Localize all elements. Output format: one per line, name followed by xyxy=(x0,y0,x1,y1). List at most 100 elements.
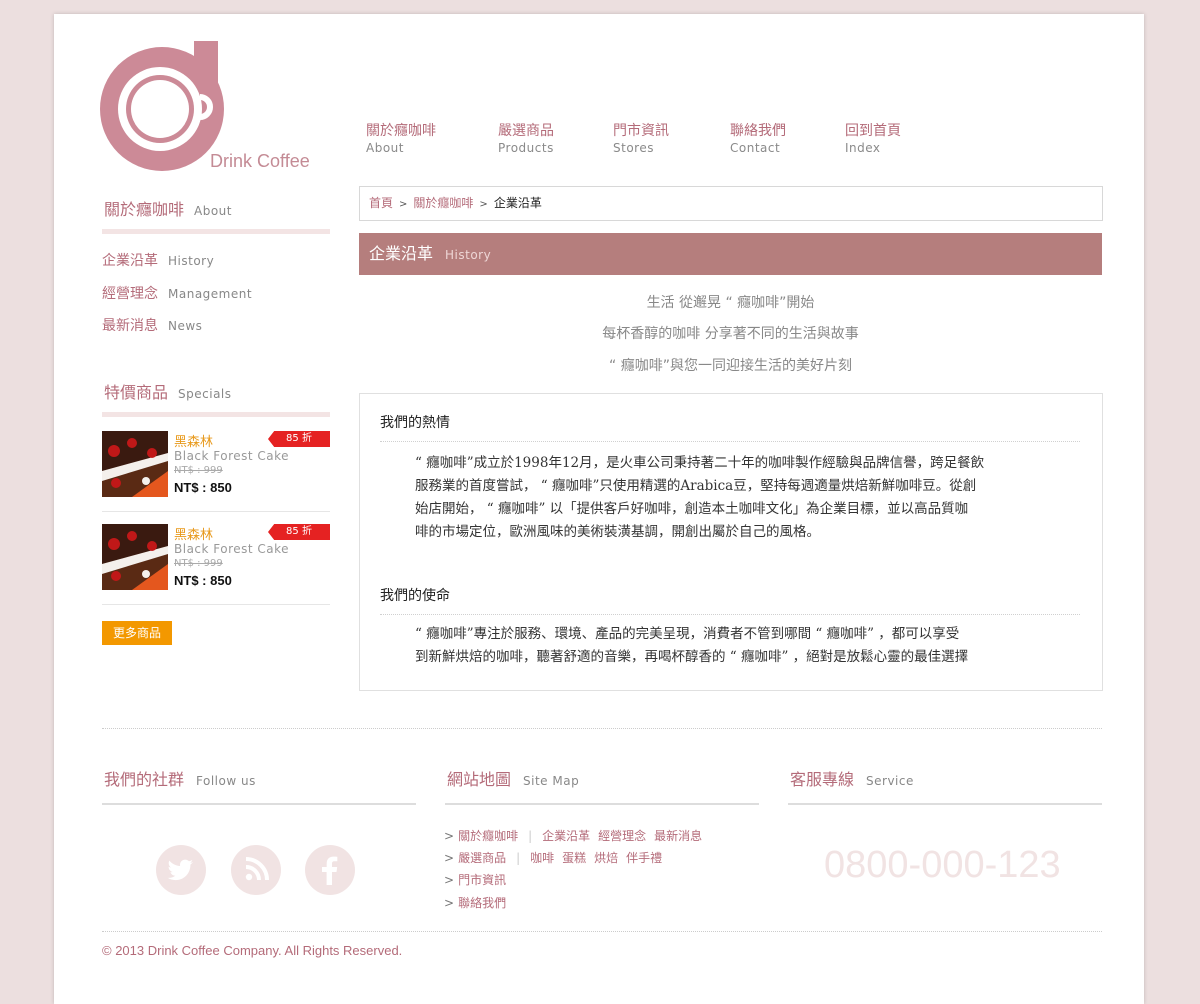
sidebar-item-history-zh: 企業沿革 xyxy=(102,253,158,269)
nav-contact[interactable]: 聯絡我們 Contact xyxy=(730,122,830,156)
page-container: Drink Coffee 關於癮咖啡 About 嚴選商品 Products 門… xyxy=(54,14,1144,1004)
sidebar-item-history-en: History xyxy=(168,254,215,268)
footer-rule xyxy=(445,803,759,805)
section-subtitle: History xyxy=(445,248,492,262)
sidebar-specials-heading-zh: 特價商品 xyxy=(104,383,169,402)
sidebar-item-news-en: News xyxy=(168,319,203,333)
nav-index[interactable]: 回到首頁 Index xyxy=(845,122,945,156)
passion-text-line: 服務業的首度嘗試， “ 癮咖啡”只使用精選的Arabica豆，堅持每週適量烘焙新… xyxy=(415,478,977,494)
sitemap-row: > 嚴選商品 | 咖啡 蛋糕 烘焙 伴手禮 xyxy=(444,849,662,866)
breadcrumb-separator: > xyxy=(399,199,408,210)
product-name-en: Black Forest Cake xyxy=(174,542,290,556)
passion-text-line: “ 癮咖啡”成立於1998年12月，是火車公司秉持著二十年的咖啡製作經驗與品牌信… xyxy=(415,455,985,471)
product-name[interactable]: 黑森林 xyxy=(174,431,213,450)
product-price: NT$ : 850 xyxy=(174,573,232,588)
sidebar-divider xyxy=(102,229,330,234)
sitemap-link-contact[interactable]: 聯絡我們 xyxy=(458,896,506,910)
sidebar-item-management-zh: 經營理念 xyxy=(102,286,158,302)
sidebar-about-heading-en: About xyxy=(194,204,232,218)
sitemap-link-coffee[interactable]: 咖啡 xyxy=(530,851,554,865)
sidebar-specials-heading: 特價商品 Specials xyxy=(104,379,232,403)
footer-rule xyxy=(102,803,416,805)
slogan-line: “ 癮咖啡”與您一同迎接生活的美好片刻 xyxy=(609,358,852,374)
passion-text-line: 始店開始， “ 癮咖啡” 以「提供客戶好咖啡，創造本土咖啡文化」為企業目標，並以… xyxy=(415,501,969,517)
mission-heading: 我們的使命 xyxy=(380,585,1080,615)
product-name-en: Black Forest Cake xyxy=(174,449,290,463)
nav-products-sublabel: Products xyxy=(498,141,554,155)
sidebar-item-management-en: Management xyxy=(168,287,253,301)
footer-sitemap-heading-en: Site Map xyxy=(523,774,580,788)
product-price: NT$ : 850 xyxy=(174,480,232,495)
product-name[interactable]: 黑森林 xyxy=(174,524,213,543)
twitter-icon[interactable] xyxy=(156,845,206,895)
sidebar-item-news[interactable]: 最新消息 News xyxy=(102,315,202,335)
passion-text-line: 啡的市場定位，歐洲風味的美術裝潢基調，開創出屬於自己的風格。 xyxy=(415,524,820,540)
discount-badge: 85 折 xyxy=(268,524,330,540)
section-title-banner: 企業沿革 History xyxy=(359,233,1102,275)
sitemap-link-cake[interactable]: 蛋糕 xyxy=(562,851,586,865)
passion-heading: 我們的熱情 xyxy=(380,412,1080,442)
nav-products-label: 嚴選商品 xyxy=(498,123,554,139)
breadcrumb-home[interactable]: 首頁 xyxy=(369,196,393,210)
sitemap-link-history[interactable]: 企業沿革 xyxy=(542,829,590,843)
slogan-line: 生活 從邂晃 “ 癮咖啡”開始 xyxy=(646,295,815,311)
cake-image[interactable] xyxy=(102,431,168,497)
sidebar-item-news-zh: 最新消息 xyxy=(102,318,158,334)
product-old-price: NT$ : 999 xyxy=(174,558,223,569)
breadcrumb-parent[interactable]: 關於癮咖啡 xyxy=(413,196,473,210)
footer-divider xyxy=(102,728,1102,729)
passion-text: “ 癮咖啡”成立於1998年12月，是火車公司秉持著二十年的咖啡製作經驗與品牌信… xyxy=(415,452,1055,544)
chevron-right-icon: > xyxy=(444,851,455,865)
slogan-line: 每杯香醇的咖啡 分享著不同的生活與故事 xyxy=(602,326,859,342)
sidebar-item-management[interactable]: 經營理念 Management xyxy=(102,283,252,303)
product-card[interactable]: 黑森林 85 折 Black Forest Cake NT$ : 999 NT$… xyxy=(102,431,330,512)
footer-sitemap-heading-zh: 網站地圖 xyxy=(447,770,512,789)
sitemap-link-bakery[interactable]: 烘焙 xyxy=(594,851,618,865)
chevron-right-icon: > xyxy=(444,829,455,843)
service-phone: 0800-000-123 xyxy=(824,844,1061,886)
mission-text-line: 到新鮮烘焙的咖啡，聽著舒適的音樂，再喝杯醇香的 “ 癮咖啡” ，絕對是放鬆心靈的… xyxy=(415,649,969,665)
nav-about-label: 關於癮咖啡 xyxy=(366,123,436,139)
more-products-button[interactable]: 更多商品 xyxy=(102,621,172,645)
rss-icon[interactable] xyxy=(231,845,281,895)
sidebar-specials-heading-en: Specials xyxy=(178,387,232,401)
nav-contact-label: 聯絡我們 xyxy=(730,123,786,139)
sitemap-link-management[interactable]: 經營理念 xyxy=(598,829,646,843)
footer-service-heading-en: Service xyxy=(866,774,914,788)
content-box: 我們的熱情 “ 癮咖啡”成立於1998年12月，是火車公司秉持著二十年的咖啡製作… xyxy=(359,393,1103,691)
mission-text: “ 癮咖啡”專注於服務、環境、產品的完美呈現，消費者不管到哪間 “ 癮咖啡” ，… xyxy=(415,623,1055,669)
sitemap-link-stores[interactable]: 門市資訊 xyxy=(458,873,506,887)
chevron-right-icon: > xyxy=(444,896,455,910)
nav-products[interactable]: 嚴選商品 Products xyxy=(498,122,598,156)
footer-social-heading-en: Follow us xyxy=(196,774,256,788)
footer-sitemap-heading: 網站地圖 Site Map xyxy=(447,766,579,790)
nav-about[interactable]: 關於癮咖啡 About xyxy=(366,122,466,156)
sitemap-row: > 聯絡我們 xyxy=(444,894,506,911)
sidebar-about-heading: 關於癮咖啡 About xyxy=(104,196,232,220)
sitemap-link-news[interactable]: 最新消息 xyxy=(654,829,702,843)
product-card[interactable]: 黑森林 85 折 Black Forest Cake NT$ : 999 NT$… xyxy=(102,524,330,605)
footer-rule xyxy=(788,803,1102,805)
nav-stores-sublabel: Stores xyxy=(613,141,654,155)
footer-social-heading: 我們的社群 Follow us xyxy=(104,766,256,790)
nav-contact-sublabel: Contact xyxy=(730,141,781,155)
facebook-icon[interactable] xyxy=(305,845,355,895)
nav-stores-label: 門市資訊 xyxy=(613,123,669,139)
sidebar-divider xyxy=(102,412,330,417)
sitemap-row: > 關於癮咖啡 | 企業沿革 經營理念 最新消息 xyxy=(444,827,702,844)
facebook-glyph xyxy=(322,856,338,885)
sitemap-link-gift[interactable]: 伴手禮 xyxy=(626,851,662,865)
sitemap-divider: | xyxy=(516,851,521,865)
cake-thumbnail xyxy=(102,524,168,590)
sitemap-link-products[interactable]: 嚴選商品 xyxy=(458,851,506,865)
twitter-glyph xyxy=(167,859,193,881)
logo-text: Drink Coffee xyxy=(210,151,310,171)
breadcrumb-current: 企業沿革 xyxy=(493,196,542,210)
nav-about-sublabel: About xyxy=(366,141,404,155)
chevron-right-icon: > xyxy=(444,873,455,887)
sidebar-item-history[interactable]: 企業沿革 History xyxy=(102,250,214,270)
nav-stores[interactable]: 門市資訊 Stores xyxy=(613,122,713,156)
sitemap-link-about[interactable]: 關於癮咖啡 xyxy=(458,829,518,843)
cake-image[interactable] xyxy=(102,524,168,590)
product-old-price: NT$ : 999 xyxy=(174,465,223,476)
